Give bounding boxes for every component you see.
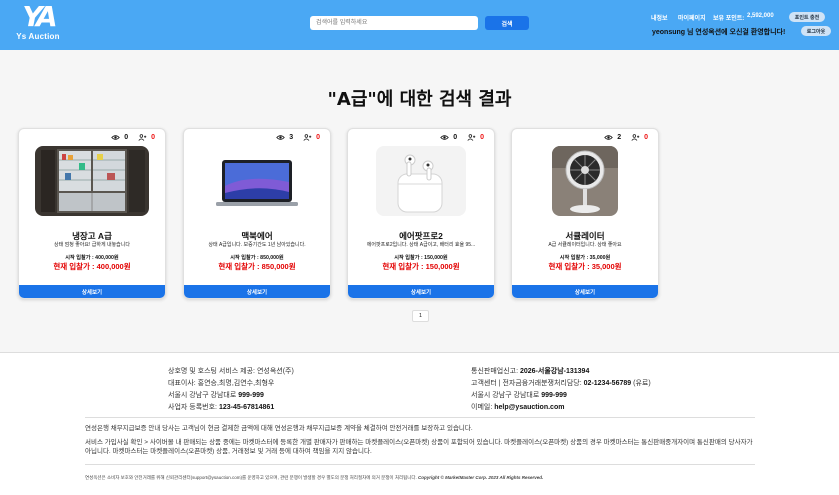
footer-reps: 대표이사: 홍연승,최명,김연수,최형우 bbox=[168, 378, 274, 388]
product-title[interactable]: 에어팟프로2 bbox=[348, 230, 494, 242]
footer-bottom-text: 연성옥션은 소비자 보호와 안전거래를 위해 신뢰관리센터(support@ys… bbox=[85, 475, 417, 480]
logo-text: Ys Auction bbox=[16, 32, 60, 41]
bidder-icon bbox=[303, 134, 312, 141]
eye-icon bbox=[111, 135, 120, 140]
footer-telecom-label: 통신판매업신고: bbox=[471, 368, 519, 375]
footer-address-left-text: 서울시 강남구 강남대로 bbox=[168, 392, 237, 399]
bid-count: 0 bbox=[151, 134, 155, 141]
start-price: 시작 입찰가 : 150,000원 bbox=[394, 255, 448, 261]
product-description: 에어팟프로2입니다. 상태 A급이고, 배터리 효율 95... bbox=[366, 242, 476, 248]
footer-bizno: 사업자 등록번호: 123-45-67814861 bbox=[168, 402, 274, 412]
product-image-circulator[interactable] bbox=[552, 146, 618, 216]
footer-center-suffix: (유료) bbox=[633, 380, 651, 387]
footer-divider bbox=[85, 417, 755, 418]
card-stats: 0 0 bbox=[111, 134, 155, 141]
detail-button[interactable]: 상세보기 bbox=[512, 285, 658, 298]
search-input[interactable] bbox=[310, 16, 478, 30]
bidder-icon bbox=[467, 134, 476, 141]
footer-email: 이메일: help@ysauction.com bbox=[471, 402, 564, 412]
card-stats: 2 0 bbox=[604, 134, 648, 141]
product-title[interactable]: 냉장고 A급 bbox=[19, 230, 165, 242]
footer-center-label: 고객센터 | 전자금융거래분쟁처리담당: bbox=[471, 380, 582, 387]
points-value: 2,592,000 bbox=[747, 13, 774, 19]
footer-copyright: Copyright © MarketMaster Corp. 2023 All … bbox=[418, 475, 544, 480]
footer-bizno-label: 사업자 등록번호: bbox=[168, 404, 217, 411]
card-stats: 3 0 bbox=[276, 134, 320, 141]
current-price: 현재 입찰가 : 400,000원 bbox=[53, 262, 131, 271]
footer-reps-label: 대표이사: bbox=[168, 380, 196, 387]
footer-address-right-text: 서울시 강남구 강남대로 bbox=[471, 392, 540, 399]
eye-icon bbox=[604, 135, 613, 140]
product-image-macbook[interactable] bbox=[208, 146, 306, 216]
footer-hosting-label: 상호명 및 호스팅 서비스 제공: bbox=[168, 368, 256, 375]
bid-count: 0 bbox=[480, 134, 484, 141]
footer-reps-value: 홍연승,최명,김연수,최형우 bbox=[197, 380, 275, 387]
product-title[interactable]: 맥북에어 bbox=[184, 230, 330, 242]
start-price: 시작 입찰가 : 850,000원 bbox=[230, 255, 284, 261]
product-image-fridge[interactable] bbox=[35, 146, 149, 216]
footer-hosting: 상호명 및 호스팅 서비스 제공: 연성옥션(주) bbox=[168, 366, 294, 376]
product-card[interactable]: 2 0 서큘레이터 A급 서큘레이터입니다. 상태 좋아요 시작 입찰가 : 3… bbox=[511, 128, 659, 299]
view-count: 0 bbox=[453, 134, 458, 141]
footer-address-right-num: 999-999 bbox=[541, 392, 567, 399]
footer-notice-guarantee: 연성은행 채무지급보증 안내 당사는 고객님이 현금 결제한 금액에 대해 연성… bbox=[85, 425, 473, 432]
current-price: 현재 입찰가 : 150,000원 bbox=[382, 262, 460, 271]
footer-address-left: 서울시 강남구 강남대로 999-999 bbox=[168, 390, 264, 400]
product-card[interactable]: 0 0 냉장고 A급 상태 엄청 좋아요! 급하게 내놓습니다 시작 입찰가 :… bbox=[18, 128, 166, 299]
current-price: 현재 입찰가 : 850,000원 bbox=[218, 262, 296, 271]
footer-address-right: 서울시 강남구 강남대로 999-999 bbox=[471, 390, 567, 400]
product-card[interactable]: 3 0 맥북에어 상태 A급입니다. 보증기간도 1년 남아있습니다. 시작 입… bbox=[183, 128, 331, 299]
footer-center: 고객센터 | 전자금융거래분쟁처리담당: 02-1234-56789 (유료) bbox=[471, 378, 651, 388]
view-count: 0 bbox=[124, 134, 129, 141]
footer-hosting-value: 연성옥션(주) bbox=[256, 368, 294, 375]
start-price: 시작 입찰가 : 400,000원 bbox=[65, 255, 119, 261]
points-label: 보유 포인트: bbox=[713, 16, 745, 22]
footer-bizno-value: 123-45-67814861 bbox=[218, 404, 275, 411]
detail-button[interactable]: 상세보기 bbox=[348, 285, 494, 298]
nav-myinfo-link[interactable]: 내정보 bbox=[651, 13, 668, 22]
bidder-icon bbox=[138, 134, 147, 141]
footer-email-link[interactable]: help@ysauction.com bbox=[494, 404, 564, 411]
product-description: A급 서큘레이터입니다. 상태 좋아요 bbox=[548, 242, 622, 248]
eye-icon bbox=[276, 135, 285, 140]
eye-icon bbox=[440, 135, 449, 140]
footer-notice-marketplace: 서비스 가입사실 확인 > 사이버몰 내 판매되는 상품 중에는 마켓마스터에 … bbox=[85, 439, 753, 455]
start-price: 시작 입찰가 : 35,000원 bbox=[559, 255, 611, 261]
nav-mypage-link[interactable]: 마이페이지 bbox=[678, 13, 706, 22]
logo-mark: YA bbox=[22, 0, 57, 33]
bidder-icon bbox=[631, 134, 640, 141]
bid-count: 0 bbox=[644, 134, 648, 141]
footer-telecom-value: 2026-서울강남-131394 bbox=[519, 368, 590, 375]
footer-address-left-num: 999-999 bbox=[238, 392, 264, 399]
charge-points-button[interactable]: 포인트 충전 bbox=[789, 12, 825, 22]
product-description: 상태 A급입니다. 보증기간도 1년 남아있습니다. bbox=[208, 242, 306, 248]
product-image-airpods[interactable] bbox=[376, 146, 466, 216]
product-card[interactable]: 0 0 에어팟프로2 에어팟프로2입니다. 상태 A급이고, 배터리 효율 95… bbox=[347, 128, 495, 299]
footer-bottom-line: 연성옥션은 소비자 보호와 안전거래를 위해 신뢰관리센터(support@ys… bbox=[85, 475, 755, 481]
footer-telecom: 통신판매업신고: 2026-서울강남-131394 bbox=[471, 366, 589, 376]
detail-button[interactable]: 상세보기 bbox=[19, 285, 165, 298]
detail-button[interactable]: 상세보기 bbox=[184, 285, 330, 298]
logout-button[interactable]: 로그아웃 bbox=[801, 26, 831, 36]
welcome-message: yeonsung 님 연성옥션에 오신걸 환영합니다! bbox=[652, 29, 786, 36]
site-footer: 상호명 및 호스팅 서비스 제공: 연성옥션(주) 대표이사: 홍연승,최명,김… bbox=[0, 352, 839, 495]
product-description: 상태 엄청 좋아요! 급하게 내놓습니다 bbox=[54, 242, 130, 248]
pagination-page-1[interactable]: 1 bbox=[412, 310, 429, 322]
site-header: YA Ys Auction 검색 내정보 마이페이지 보유 포인트: 2,592… bbox=[0, 0, 839, 50]
view-count: 2 bbox=[617, 134, 622, 141]
page-title: "A급"에 대한 검색 결과 bbox=[327, 89, 512, 110]
search-button[interactable]: 검색 bbox=[485, 16, 529, 30]
product-title[interactable]: 서큘레이터 bbox=[512, 230, 658, 242]
footer-email-label: 이메일: bbox=[471, 404, 493, 411]
site-logo[interactable]: YA Ys Auction bbox=[14, 3, 62, 45]
footer-divider bbox=[85, 464, 755, 465]
footer-center-value: 02-1234-56789 bbox=[583, 380, 632, 387]
view-count: 3 bbox=[289, 134, 294, 141]
card-stats: 0 0 bbox=[440, 134, 484, 141]
current-price: 현재 입찰가 : 35,000원 bbox=[548, 262, 622, 271]
bid-count: 0 bbox=[316, 134, 320, 141]
